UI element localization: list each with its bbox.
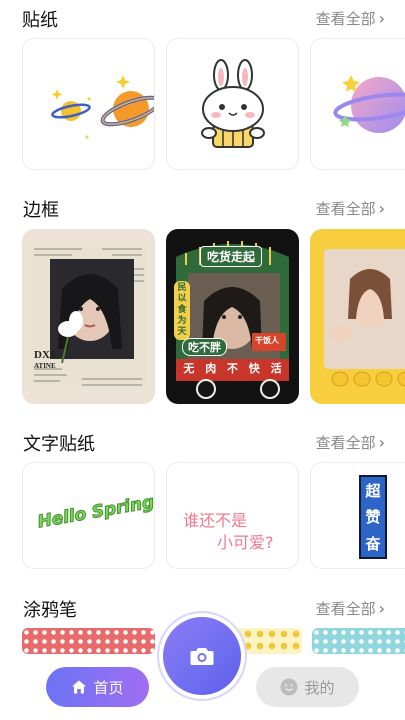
vertical-char: 奋 xyxy=(365,535,381,554)
vertical-text-panel: 超 赞 奋 xyxy=(359,475,387,559)
brush-teal-dots[interactable] xyxy=(312,628,405,654)
nav-mine-label: 我的 xyxy=(304,678,335,697)
sticker-card-planets[interactable] xyxy=(22,38,155,170)
smile-icon xyxy=(280,678,298,696)
nav-home-button[interactable]: 首页 xyxy=(46,667,149,707)
frame-card-yellow[interactable] xyxy=(310,229,405,404)
chevron-right-icon: › xyxy=(378,599,385,618)
vertical-char: 超 xyxy=(365,481,381,500)
newspaper-frame-image xyxy=(32,243,145,389)
food-cart-slogan: 无 肉 不 快 活 xyxy=(178,360,287,376)
section-title: 涂鸦笔 xyxy=(23,600,77,621)
camera-button[interactable] xyxy=(163,617,241,695)
pink-planet-sticker-image xyxy=(333,75,405,133)
brush-red-dots[interactable] xyxy=(22,628,155,654)
slogan-char: 肉 xyxy=(205,362,217,375)
view-all-label: 查看全部 xyxy=(315,200,376,218)
text-sticker-row: Hello Spring~ 谁还不是 小可爱? 超 赞 奋 xyxy=(0,462,405,570)
sticker-row xyxy=(0,38,405,171)
chevron-right-icon: › xyxy=(378,199,385,218)
text-sticker-card-vertical[interactable]: 超 赞 奋 xyxy=(310,462,405,569)
newspaper-mast: DXS xyxy=(34,349,57,361)
nav-mine-button[interactable]: 我的 xyxy=(256,667,359,707)
view-all-link[interactable]: 查看全部 › xyxy=(316,198,385,219)
sticker-card-rabbit[interactable] xyxy=(166,38,299,170)
text-sticker-card-spring[interactable]: Hello Spring~ xyxy=(22,462,155,569)
food-cart-tag: 干饭人 xyxy=(255,336,279,345)
cute-text-line2: 小可爱? xyxy=(217,533,274,552)
slogan-char: 活 xyxy=(270,362,282,375)
view-all-label: 查看全部 xyxy=(315,600,376,618)
planet-sticker-image xyxy=(51,75,154,139)
frame-row: DXS ATINE 吃货走起 民以食为天 吃不胖 干饭人 无 肉 不 快 活 xyxy=(0,229,405,405)
text-sticker-card-cute[interactable]: 谁还不是 小可爱? xyxy=(166,462,299,569)
section-header-text-stickers: 文字贴纸 查看全部 › xyxy=(0,428,405,458)
section-title: 文字贴纸 xyxy=(23,434,95,455)
food-cart-pill: 吃不胖 xyxy=(182,338,227,356)
newspaper-mast-2: ATINE xyxy=(34,362,56,370)
sticker-card-pink-planet[interactable] xyxy=(310,38,405,170)
chevron-right-icon: › xyxy=(378,433,385,452)
brush-yellow-pattern[interactable] xyxy=(230,628,302,654)
slogan-char: 不 xyxy=(226,362,238,375)
section-title: 贴纸 xyxy=(22,10,58,31)
vertical-char: 赞 xyxy=(365,508,381,527)
food-cart-banner: 吃货走起 xyxy=(200,246,263,267)
slogan-char: 快 xyxy=(248,362,260,375)
rabbit-sticker-image xyxy=(201,59,265,148)
yellow-frame-image xyxy=(324,249,405,387)
view-all-link[interactable]: 查看全部 › xyxy=(316,432,385,453)
frame-card-food-cart[interactable]: 吃货走起 民以食为天 吃不胖 干饭人 无 肉 不 快 活 xyxy=(166,229,299,404)
slogan-char: 无 xyxy=(183,362,195,375)
frame-card-newspaper[interactable]: DXS ATINE xyxy=(22,229,155,404)
view-all-link[interactable]: 查看全部 › xyxy=(316,8,385,29)
camera-icon xyxy=(190,648,214,665)
chevron-right-icon: › xyxy=(378,9,385,28)
nav-home-label: 首页 xyxy=(93,678,124,697)
food-cart-side-sign: 民以食为天 xyxy=(174,281,190,340)
view-all-label: 查看全部 xyxy=(315,10,376,28)
view-all-label: 查看全部 xyxy=(315,434,376,452)
section-header-frames: 边框 查看全部 › xyxy=(0,194,405,224)
spring-text: Hello Spring~ xyxy=(36,489,155,533)
cute-text-line1: 谁还不是 xyxy=(183,511,248,530)
section-title: 边框 xyxy=(23,200,59,221)
home-icon xyxy=(72,680,87,694)
section-header-stickers: 贴纸 查看全部 › xyxy=(0,4,405,34)
view-all-link[interactable]: 查看全部 › xyxy=(316,598,385,619)
